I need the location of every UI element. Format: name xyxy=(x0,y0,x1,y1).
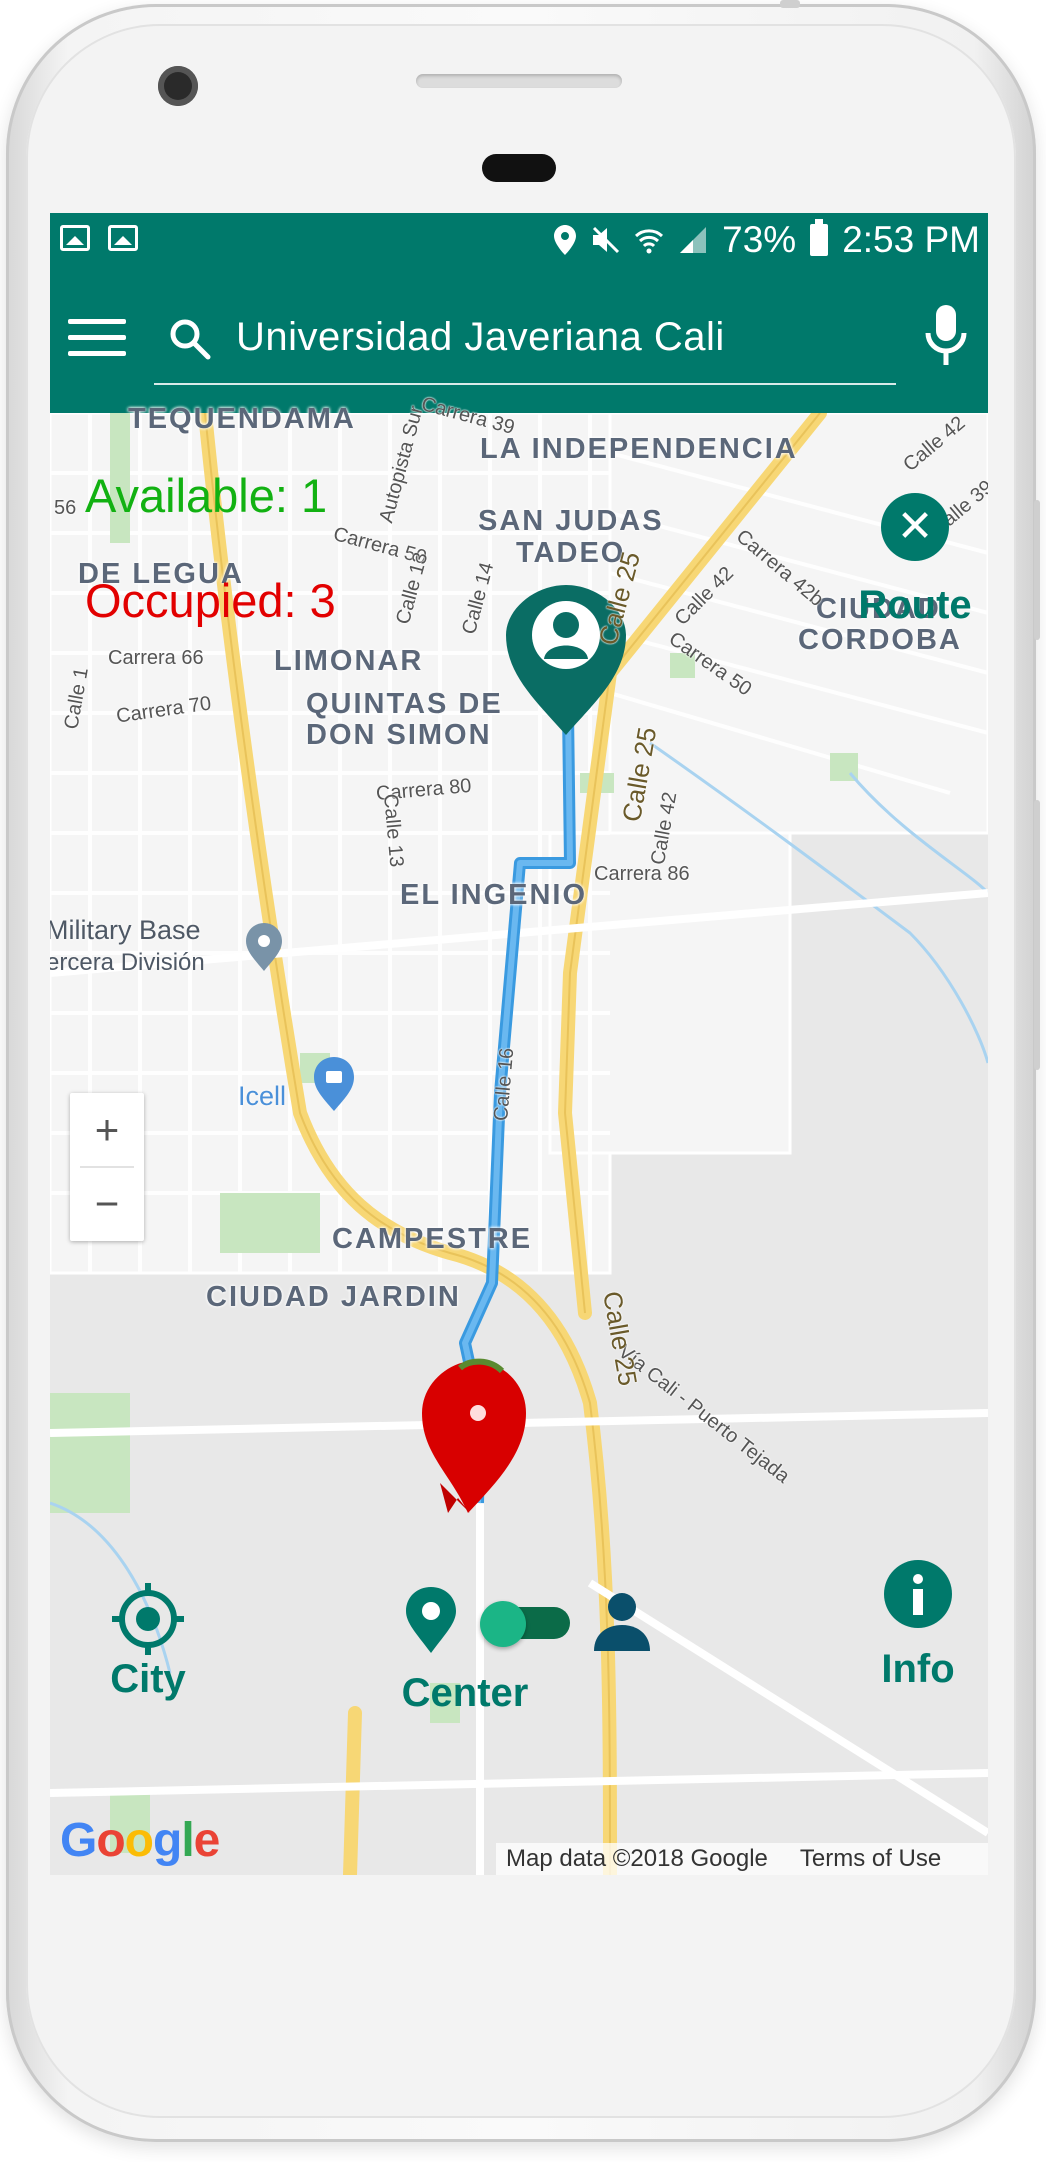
map-label: CAMPESTRE xyxy=(332,1223,533,1255)
location-icon xyxy=(554,225,577,255)
poi-label: ercera División xyxy=(50,949,205,976)
front-camera xyxy=(158,66,198,106)
image-icon xyxy=(108,225,138,251)
zoom-out-button[interactable]: − xyxy=(70,1167,144,1241)
mic-icon[interactable] xyxy=(924,303,968,367)
route-button[interactable]: ✕ Route xyxy=(840,493,988,628)
map-label: CORDOBA xyxy=(798,624,962,656)
terms-link[interactable]: Terms of Use xyxy=(800,1843,941,1875)
search-value: Universidad Javeriana Cali xyxy=(236,315,725,359)
city-label: City xyxy=(110,1657,186,1701)
crosshair-icon xyxy=(112,1583,184,1655)
earpiece-speaker xyxy=(416,74,622,88)
phone-side-button xyxy=(1034,800,1040,1070)
info-icon xyxy=(884,1560,952,1628)
proximity-sensor xyxy=(482,154,556,182)
wifi-icon xyxy=(635,229,664,254)
map-label: CIUDAD JARDIN xyxy=(206,1281,461,1313)
app-toolbar: Universidad Javeriana Cali xyxy=(50,267,988,413)
app-screen: 73% 2:53 PM Universidad Javeriana Cali T… xyxy=(50,213,988,1875)
toggle-switch[interactable] xyxy=(480,1601,570,1647)
pin-icon xyxy=(406,1587,456,1653)
map-label: LIMONAR xyxy=(274,645,424,677)
map-view[interactable]: TEQUENDAMA LA INDEPENDENCIA SAN JUDAS TA… xyxy=(50,393,988,1875)
map-label: QUINTAS DE xyxy=(306,688,503,720)
search-input[interactable]: Universidad Javeriana Cali xyxy=(154,297,896,385)
road-label: Carrera 86 xyxy=(594,863,690,885)
map-label: DON SIMON xyxy=(306,719,492,751)
zoom-controls: + − xyxy=(70,1093,144,1241)
phone-top-button xyxy=(780,0,800,8)
poi-label: Icell xyxy=(238,1081,287,1111)
search-icon xyxy=(170,319,211,360)
road-label: Carrera 66 xyxy=(108,647,204,669)
close-icon: ✕ xyxy=(881,493,949,561)
map-label: EL INGENIO xyxy=(400,879,588,911)
occupied-count: Occupied: 3 xyxy=(85,574,336,627)
mute-icon xyxy=(593,226,620,254)
google-logo: Google xyxy=(60,1814,220,1867)
road-label: 56 xyxy=(54,497,77,519)
menu-icon[interactable] xyxy=(68,319,126,357)
info-label: Info xyxy=(881,1647,955,1691)
center-label: Center xyxy=(401,1671,529,1715)
map-attribution: Map data ©2018 Google Terms of Use xyxy=(496,1843,988,1875)
battery-percent: 73% xyxy=(722,219,797,260)
clock-time: 2:53 PM xyxy=(842,219,980,260)
map-label: SAN JUDAS xyxy=(478,505,664,537)
poi-label: Military Base xyxy=(50,915,201,945)
map-label: TADEO xyxy=(516,537,626,569)
image-icon xyxy=(60,225,90,251)
info-button[interactable]: Info xyxy=(858,1559,978,1692)
battery-icon xyxy=(810,219,829,256)
person-icon xyxy=(594,1593,650,1651)
map-label: TEQUENDAMA xyxy=(128,403,356,435)
attribution-text: Map data ©2018 Google xyxy=(506,1845,768,1872)
center-toggle[interactable]: Center xyxy=(390,1583,710,1715)
available-count: Available: 1 xyxy=(85,469,328,522)
zoom-in-button[interactable]: + xyxy=(70,1093,144,1167)
city-button[interactable]: City xyxy=(88,1581,208,1702)
map-label: LA INDEPENDENCIA xyxy=(480,433,798,465)
status-bar: 73% 2:53 PM xyxy=(50,213,988,267)
zoom-divider xyxy=(80,1166,134,1168)
route-label: Route xyxy=(858,583,972,627)
phone-side-button xyxy=(1034,500,1040,640)
signal-icon xyxy=(680,227,707,253)
